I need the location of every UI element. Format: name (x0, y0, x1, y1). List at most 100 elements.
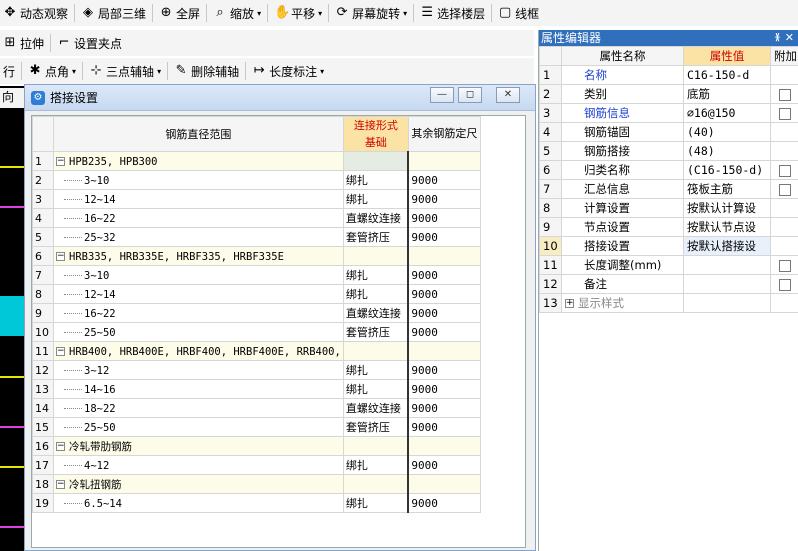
dialog-titlebar[interactable]: ⚙ 搭接设置 — ◻ ✕ (25, 85, 535, 111)
property-row[interactable]: 3 钢筋信息 ⌀16@150 (539, 103, 798, 123)
table-row[interactable]: 2 3~10 绑扎 9000 (32, 170, 481, 190)
connect-type-cell[interactable] (342, 341, 410, 361)
other-length-cell[interactable]: 9000 (407, 417, 481, 437)
toolbar-button[interactable]: ✎ 删除辅轴 (171, 60, 242, 82)
table-row[interactable]: 10 25~50 套管挤压 9000 (32, 322, 481, 342)
minimize-button[interactable]: — (430, 87, 454, 103)
connect-type-cell[interactable] (342, 436, 410, 456)
drawing-canvas[interactable] (0, 86, 24, 551)
connect-type-cell[interactable]: 直螺纹连接 (342, 303, 410, 323)
property-row[interactable]: 1 名称 C16-150-d (539, 65, 798, 85)
toolbar-button[interactable]: ✋ 平移 ▾ (271, 2, 325, 24)
connect-type-cell[interactable]: 绑扎 (342, 265, 410, 285)
checkbox[interactable] (779, 107, 791, 120)
diameter-range-cell[interactable]: 3~12 (53, 360, 344, 380)
toolbar-button[interactable]: ✱ 点角 ▾ (25, 60, 79, 82)
chevron-down-icon[interactable]: ▾ (257, 9, 261, 18)
other-length-cell[interactable]: 9000 (407, 284, 481, 304)
connect-type-cell[interactable] (342, 151, 410, 171)
diameter-range-cell[interactable]: − 冷轧带肋钢筋 (53, 436, 344, 456)
connect-type-cell[interactable]: 直螺纹连接 (342, 208, 410, 228)
property-row[interactable]: 4 钢筋锚固 (40) (539, 122, 798, 142)
diameter-range-cell[interactable]: 3~10 (53, 265, 344, 285)
table-row[interactable]: 19 6.5~14 绑扎 9000 (32, 493, 481, 513)
property-value-cell[interactable]: 按默认搭接设 (683, 236, 771, 256)
diameter-range-cell[interactable]: 12~14 (53, 284, 344, 304)
connect-type-cell[interactable]: 套管挤压 (342, 417, 410, 437)
table-row[interactable]: 8 12~14 绑扎 9000 (32, 284, 481, 304)
chevron-down-icon[interactable]: ▾ (157, 67, 161, 76)
header-connect-type[interactable]: 连接形式 基础 (342, 116, 409, 152)
table-row[interactable]: 4 16~22 直螺纹连接 9000 (32, 208, 481, 228)
table-row[interactable]: 12 3~12 绑扎 9000 (32, 360, 481, 380)
property-row[interactable]: 5 钢筋搭接 (48) (539, 141, 798, 161)
connect-type-cell[interactable]: 绑扎 (342, 189, 410, 209)
connect-type-cell[interactable]: 绑扎 (342, 170, 410, 190)
toolbar-button[interactable]: ◈ 局部三维 (78, 2, 149, 24)
diameter-range-cell[interactable]: 25~50 (53, 417, 344, 437)
other-length-cell[interactable]: 9000 (407, 455, 481, 475)
property-value-cell[interactable]: 底筋 (683, 84, 771, 104)
connect-type-cell[interactable]: 套管挤压 (342, 322, 410, 342)
connect-type-cell[interactable] (342, 474, 410, 494)
toolbar-button[interactable]: ⌐ 设置夹点 (54, 32, 125, 54)
chevron-down-icon[interactable]: ▾ (320, 67, 324, 76)
diameter-range-cell[interactable]: 16~22 (53, 303, 344, 323)
other-length-cell[interactable]: 9000 (407, 360, 481, 380)
expand-icon[interactable]: + (565, 299, 574, 308)
close-button[interactable]: ✕ (496, 87, 520, 103)
table-row[interactable]: 15 25~50 套管挤压 9000 (32, 417, 481, 437)
property-value-cell[interactable]: ⌀16@150 (683, 103, 771, 123)
diameter-range-cell[interactable]: 25~32 (53, 227, 344, 247)
other-length-cell[interactable]: 9000 (407, 303, 481, 323)
property-row[interactable]: 9 节点设置 按默认节点设 (539, 217, 798, 237)
property-row[interactable]: 2 类别 底筋 (539, 84, 798, 104)
connect-type-cell[interactable]: 套管挤压 (342, 227, 410, 247)
toolbar-button[interactable]: ↦ 长度标注 ▾ (249, 60, 327, 82)
checkbox[interactable] (779, 88, 791, 101)
diameter-range-cell[interactable]: 4~12 (53, 455, 344, 475)
diameter-range-cell[interactable]: − HRB335, HRB335E, HRBF335, HRBF335E (53, 246, 344, 266)
other-length-cell[interactable]: 9000 (407, 227, 481, 247)
diameter-range-cell[interactable]: 16~22 (53, 208, 344, 228)
collapse-icon[interactable]: − (56, 480, 65, 489)
property-row[interactable]: 13 + 显示样式 (539, 293, 798, 313)
property-value-cell[interactable] (683, 274, 771, 294)
other-length-cell[interactable]: 9000 (407, 208, 481, 228)
property-value-cell[interactable]: (48) (683, 141, 771, 161)
toolbar-button[interactable]: ☰ 选择楼层 (417, 2, 488, 24)
table-row[interactable]: 3 12~14 绑扎 9000 (32, 189, 481, 209)
toolbar-button[interactable]: ✥ 动态观察 (0, 2, 71, 24)
property-value-cell[interactable] (683, 293, 771, 313)
property-value-cell[interactable] (683, 255, 771, 275)
toolbar-button[interactable]: ⌕ 缩放 ▾ (210, 2, 264, 24)
toolbar-button[interactable]: ⟳ 屏幕旋转 ▾ (332, 2, 410, 24)
property-row[interactable]: 12 备注 (539, 274, 798, 294)
connect-type-cell[interactable]: 绑扎 (342, 455, 410, 475)
chevron-down-icon[interactable]: ▾ (72, 67, 76, 76)
toolbar-button[interactable]: ⊞ 拉伸 (0, 32, 47, 54)
collapse-icon[interactable]: − (56, 252, 65, 261)
other-length-cell[interactable]: 9000 (407, 170, 481, 190)
toolbar-button[interactable]: ⊕ 全屏 (156, 2, 203, 24)
checkbox[interactable] (779, 278, 791, 291)
toolbar-button[interactable]: ▢ 线框 (495, 2, 542, 24)
diameter-range-cell[interactable]: 18~22 (53, 398, 344, 418)
chevron-down-icon[interactable]: ▾ (403, 9, 407, 18)
property-row[interactable]: 8 计算设置 按默认计算设 (539, 198, 798, 218)
connect-type-cell[interactable]: 直螺纹连接 (342, 398, 410, 418)
diameter-range-cell[interactable]: − HPB235, HPB300 (53, 151, 344, 171)
table-row[interactable]: 9 16~22 直螺纹连接 9000 (32, 303, 481, 323)
property-row[interactable]: 6 归类名称 (C16-150-d) (539, 160, 798, 180)
property-value-cell[interactable]: (C16-150-d) (683, 160, 771, 180)
diameter-range-cell[interactable]: 14~16 (53, 379, 344, 399)
diameter-range-cell[interactable]: 3~10 (53, 170, 344, 190)
diameter-range-cell[interactable]: 25~50 (53, 322, 344, 342)
other-length-cell[interactable]: 9000 (407, 379, 481, 399)
table-row[interactable]: 5 25~32 套管挤压 9000 (32, 227, 481, 247)
other-length-cell[interactable]: 9000 (407, 398, 481, 418)
diameter-range-cell[interactable]: 12~14 (53, 189, 344, 209)
table-row[interactable]: 7 3~10 绑扎 9000 (32, 265, 481, 285)
connect-type-cell[interactable]: 绑扎 (342, 379, 410, 399)
pin-icon[interactable]: ᚕ (775, 30, 780, 46)
